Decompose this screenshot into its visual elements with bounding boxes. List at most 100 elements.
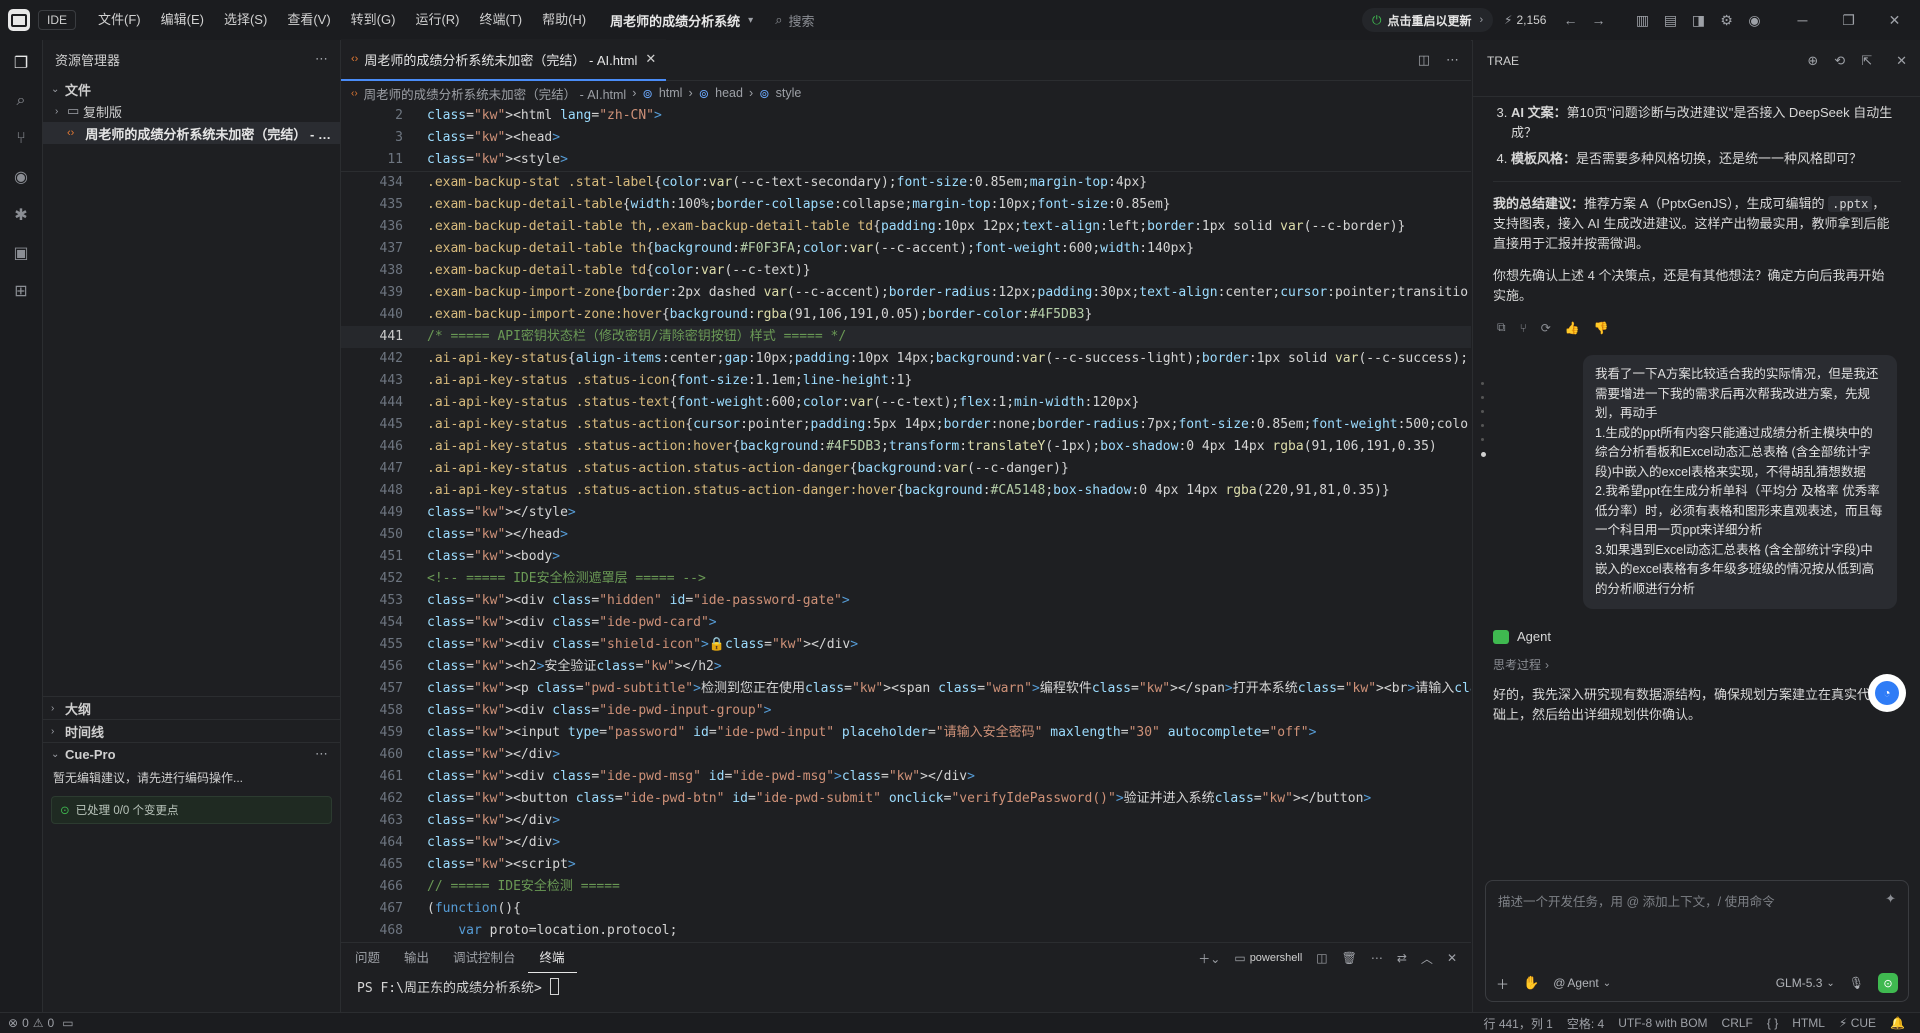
editor-tab-active[interactable]: ‹› 周老师的成绩分析系统未加密（完结） - AI.html ✕ [341, 39, 667, 81]
breadcrumb-head[interactable]: head [715, 86, 743, 100]
toggle-sidebar-icon[interactable]: ▥ [1628, 6, 1656, 34]
code-line[interactable]: 455 class="kw"><div class="shield-icon">🔒… [341, 634, 1471, 656]
section-timeline[interactable]: › 时间线 [43, 719, 340, 742]
code-line[interactable]: 468 var proto=location.protocol; [341, 920, 1471, 941]
add-terminal-icon[interactable]: ＋⌄ [1198, 950, 1220, 967]
code-line[interactable]: 448 .ai-api-key-status .status-action.sta… [341, 480, 1471, 502]
toggle-panel-icon[interactable]: ▤ [1656, 6, 1684, 34]
search-box[interactable]: ⌕ 搜索 [775, 11, 915, 30]
history-icon[interactable]: ⟲ [1834, 53, 1845, 69]
code-line[interactable]: 462 class="kw"><button class="ide-pwd-btn… [341, 788, 1471, 810]
assistant-bubble[interactable]: ◔ [1868, 674, 1906, 712]
tree-file-selected[interactable]: ‹› 周老师的成绩分析系统未加密（完结） - AI.html [43, 122, 340, 144]
code-line[interactable]: 447 .ai-api-key-status .status-action.sta… [341, 458, 1471, 480]
code-line[interactable]: 443 .ai-api-key-status .status-icon{font-… [341, 370, 1471, 392]
code-line[interactable]: 454 class="kw"><div class="ide-pwd-card"> [341, 612, 1471, 634]
code-line[interactable]: 435 .exam-backup-detail-table{width:100%;… [341, 194, 1471, 216]
thumbs-down-icon[interactable]: 👎 [1594, 321, 1609, 335]
menu-selection[interactable]: 选择(S) [214, 0, 277, 40]
toggle-secondary-sidebar-icon[interactable]: ◨ [1684, 6, 1712, 34]
eol[interactable]: CRLF [1715, 1016, 1760, 1030]
code-line[interactable]: 450 class="kw"></head> [341, 524, 1471, 546]
menu-terminal[interactable]: 终端(T) [469, 0, 532, 40]
tab-output[interactable]: 输出 [392, 944, 441, 972]
code-line[interactable]: 464 class="kw"></div> [341, 832, 1471, 854]
menu-go[interactable]: 转到(G) [341, 0, 406, 40]
code-line[interactable]: 444 .ai-api-key-status .status-text{font-… [341, 392, 1471, 414]
more-icon[interactable]: ⋯ [315, 51, 328, 67]
tab-debug-console[interactable]: 调试控制台 [441, 944, 528, 972]
minimize-icon[interactable]: ─ [1788, 6, 1816, 34]
explorer-icon[interactable]: ❐ [0, 44, 42, 82]
split-editor-icon[interactable]: ◫ [1418, 52, 1430, 68]
code-line[interactable]: 438 .exam-backup-detail-table td{color:va… [341, 260, 1471, 282]
code-line[interactable]: 467 (function(){ [341, 898, 1471, 920]
copy-icon[interactable]: ⧉ [1497, 320, 1506, 335]
tab-problems[interactable]: 问题 [343, 944, 392, 972]
menu-file[interactable]: 文件(F) [88, 0, 151, 40]
cursor-position[interactable]: 行 441，列 1 [1476, 1015, 1559, 1032]
new-chat-icon[interactable]: ⊕ [1807, 53, 1818, 69]
code-line[interactable]: 466 // ===== IDE安全检测 ===== [341, 876, 1471, 898]
code-line[interactable]: 442 .ai-api-key-status{align-items:center… [341, 348, 1471, 370]
code-line[interactable]: 434 .exam-backup-stat .stat-label{color:v… [341, 172, 1471, 194]
code-line[interactable]: 2 class="kw"><html lang="zh-CN"> [341, 105, 1471, 127]
close-panel-icon[interactable]: ✕ [1447, 951, 1457, 965]
app-badge[interactable]: IDE [38, 10, 77, 30]
more-icon[interactable]: ⋯ [1446, 52, 1459, 68]
status-left[interactable]: ⊗ 0 ⚠ 0 ▭ [0, 1016, 74, 1030]
close-tab-icon[interactable]: ✕ [645, 51, 656, 67]
indentation[interactable]: 空格: 4 [1560, 1015, 1611, 1032]
terminal-line[interactable]: PS F:\周正东的成绩分析系统> [341, 973, 1471, 999]
maximize-icon[interactable]: ❐ [1834, 6, 1862, 34]
code-line[interactable]: 11 class="kw"><style> [341, 149, 1471, 172]
retry-icon[interactable]: ⟳ [1541, 321, 1551, 335]
code-line[interactable]: 456 class="kw"><h2>安全验证class="kw"></h2> [341, 656, 1471, 678]
chevron-up-icon[interactable]: ︿ [1421, 950, 1433, 967]
section-cue[interactable]: ⌄ Cue-Pro ⋯ [43, 742, 340, 765]
menu-help[interactable]: 帮助(H) [532, 0, 596, 40]
menu-view[interactable]: 查看(V) [277, 0, 340, 40]
code-area[interactable]: 2 class="kw"><html lang="zh-CN"> 3 class="k… [341, 105, 1471, 941]
hand-icon[interactable]: ✋ [1523, 975, 1539, 991]
encoding[interactable]: UTF-8 with BOM [1611, 1016, 1714, 1030]
code-line[interactable]: 439 .exam-backup-import-zone{border:2px d… [341, 282, 1471, 304]
code-line[interactable]: 452 <!-- ===== IDE安全检测遮罩层 ===== --> [341, 568, 1471, 590]
agent-selector[interactable]: @ Agent ⌄ [1553, 976, 1611, 990]
section-outline[interactable]: › 大纲 [43, 697, 340, 719]
code-line[interactable]: 458 class="kw"><div class="ide-pwd-input-… [341, 700, 1471, 722]
back-arrow-icon[interactable]: ← [1556, 6, 1584, 34]
account-icon[interactable]: ◉ [1740, 6, 1768, 34]
update-button[interactable]: ⏻ 点击重启以更新 › [1362, 8, 1494, 32]
code-line[interactable]: 437 .exam-backup-detail-table th{backgrou… [341, 238, 1471, 260]
breadcrumb-html[interactable]: html [659, 86, 683, 100]
language-mode[interactable]: HTML [1785, 1016, 1832, 1030]
code-line[interactable]: 451 class="kw"><body> [341, 546, 1471, 568]
add-context-icon[interactable]: ＋ [1496, 974, 1509, 993]
code-line[interactable]: 445 .ai-api-key-status .status-action{cur… [341, 414, 1471, 436]
code-line[interactable]: 3 class="kw"><head> [341, 127, 1471, 149]
code-line[interactable]: 446 .ai-api-key-status .status-action:hov… [341, 436, 1471, 458]
code-line[interactable]: 449 class="kw"></style> [341, 502, 1471, 524]
code-line[interactable]: 436 .exam-backup-detail-table th,.exam-ba… [341, 216, 1471, 238]
breadcrumb-style[interactable]: style [776, 86, 802, 100]
branch-icon[interactable]: ⑂ [1520, 321, 1527, 335]
sparkle-icon[interactable]: ✦ [1885, 891, 1896, 907]
debug-icon[interactable]: ✱ [0, 196, 42, 234]
terminal-selector[interactable]: ▭ powershell [1234, 951, 1302, 965]
source-control-icon[interactable]: ⑂ [0, 120, 42, 158]
chat-input-box[interactable]: 描述一个开发任务，用 @ 添加上下文，/ 使用命令 ✦ ＋ ✋ @ Agent … [1485, 880, 1909, 1002]
bell-icon[interactable]: 🔔 [1883, 1016, 1912, 1030]
code-line[interactable]: 457 class="kw"><p class="pwd-subtitle">检测… [341, 678, 1471, 700]
code-line[interactable]: 453 class="kw"><div class="hidden" id="id… [341, 590, 1471, 612]
braces[interactable]: { } [1760, 1016, 1785, 1030]
tree-folder[interactable]: › ▭ 复制版 [43, 100, 340, 122]
eye-icon[interactable]: ◉ [0, 158, 42, 196]
code-line[interactable]: 440 .exam-backup-import-zone:hover{backgr… [341, 304, 1471, 326]
project-switcher[interactable]: 周老师的成绩分析系统 ▾ [610, 0, 753, 40]
more-icon[interactable]: ⋯ [315, 746, 328, 762]
remote-icon[interactable]: ▣ [0, 234, 42, 272]
layout-icon[interactable]: ⇄ [1397, 951, 1407, 965]
forward-arrow-icon[interactable]: → [1584, 6, 1612, 34]
menu-run[interactable]: 运行(R) [405, 0, 469, 40]
